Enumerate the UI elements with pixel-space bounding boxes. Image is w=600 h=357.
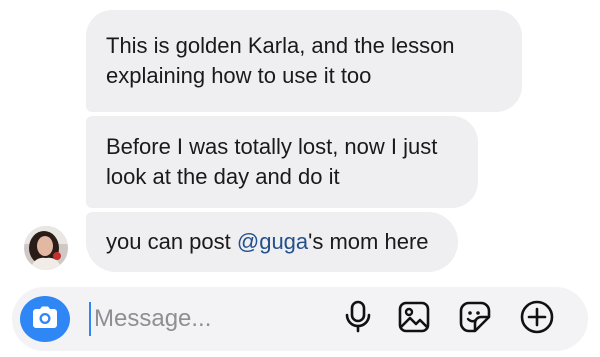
camera-icon xyxy=(32,305,58,334)
message-text-before: you can post xyxy=(106,229,237,254)
message-text: Before I was totally lost, now I just lo… xyxy=(106,134,438,189)
message-input[interactable] xyxy=(90,299,324,339)
message-thread: This is golden Karla, and the lesson exp… xyxy=(0,0,600,285)
gallery-button[interactable] xyxy=(396,301,432,337)
camera-button[interactable] xyxy=(20,296,70,342)
voice-message-button[interactable] xyxy=(340,300,376,339)
message-bubble[interactable]: Before I was totally lost, now I just lo… xyxy=(86,116,478,208)
plus-icon xyxy=(520,300,554,339)
sticker-button[interactable] xyxy=(457,301,493,337)
microphone-icon xyxy=(343,300,373,339)
message-composer xyxy=(12,287,588,351)
message-bubble[interactable]: you can post @guga's mom here xyxy=(86,212,458,272)
more-options-button[interactable] xyxy=(519,300,555,339)
message-text: This is golden Karla, and the lesson exp… xyxy=(106,33,455,88)
mention-link[interactable]: @guga xyxy=(237,229,308,254)
message-text: you can post @guga's mom here xyxy=(106,227,429,257)
avatar[interactable] xyxy=(24,226,68,270)
message-bubble[interactable]: This is golden Karla, and the lesson exp… xyxy=(86,10,522,112)
gallery-icon xyxy=(398,301,430,338)
sticker-icon xyxy=(459,301,491,338)
message-text-after: 's mom here xyxy=(308,229,429,254)
